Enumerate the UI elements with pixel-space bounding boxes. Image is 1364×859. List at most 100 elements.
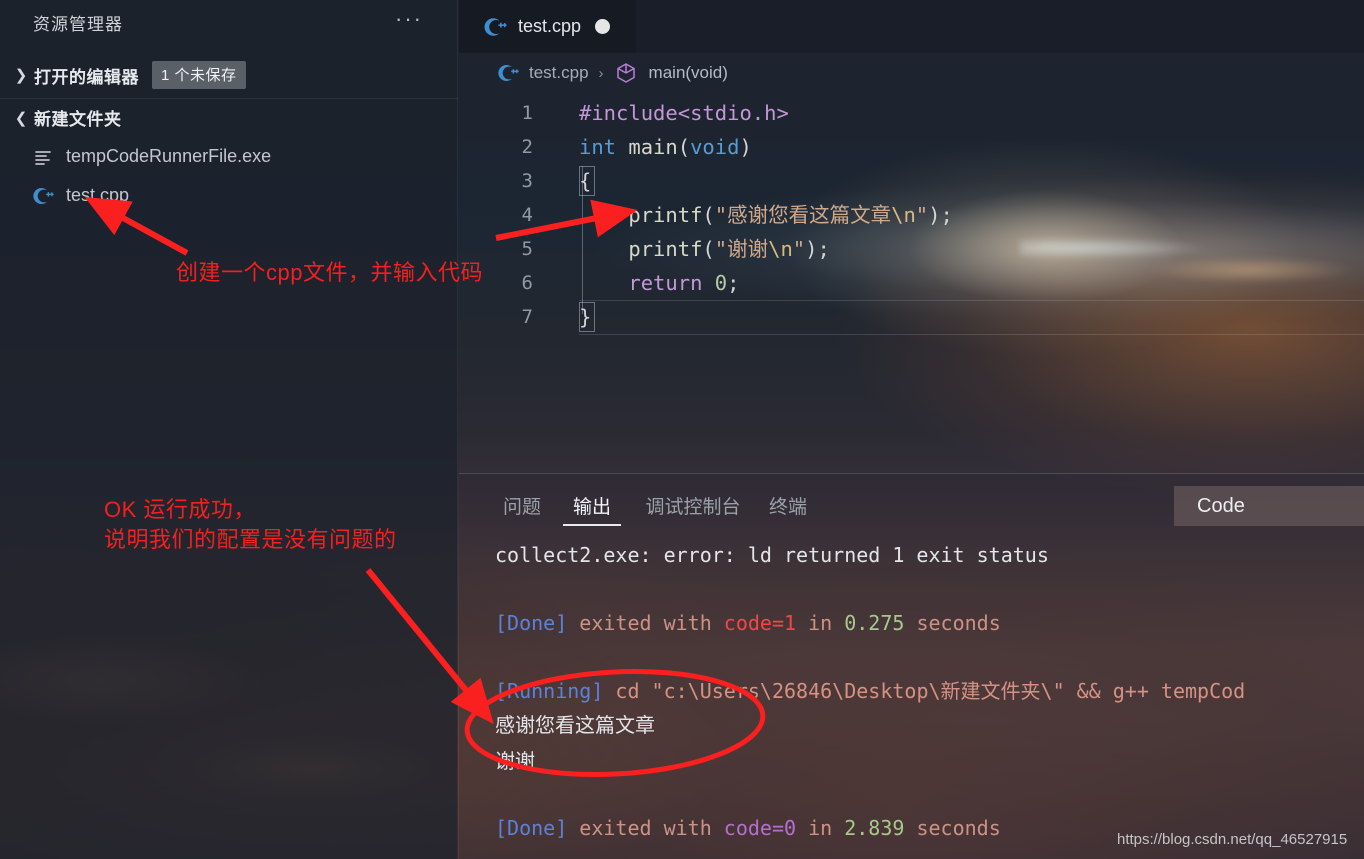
line-number: 2 [521,136,533,158]
output-segment: exited with [567,816,724,840]
output-segment: 谢谢 [495,749,535,773]
dirty-dot-icon[interactable] [595,19,610,34]
symbol-method-icon [614,61,638,85]
output-segment: cd "c:\Users\26846\Desktop\新建文件夹\" && g+… [603,679,1246,703]
text-file-icon [30,147,56,167]
code-line[interactable]: 3{ [459,164,1364,198]
code-token: return [579,271,703,295]
code-line[interactable]: 2 int main(void) [459,130,1364,164]
code-token: ) [739,135,752,159]
output-segment: in [796,611,845,635]
code-token: "感谢您看这篇文章 [714,203,892,227]
code-text: { [579,164,591,198]
breadcrumb-symbol[interactable]: main(void) [649,63,728,83]
code-text: return 0; [579,266,739,300]
list-item-file-tempcoderunnerfile[interactable]: tempCodeRunnerFile.exe [0,137,458,176]
cpp-file-icon [497,62,519,84]
code-token: "谢谢 [714,237,769,261]
output-channel-select[interactable]: Code [1174,486,1364,526]
list-item-label: tempCodeRunnerFile.exe [66,146,272,166]
code-token: ( [677,135,691,159]
panel-tab-label: 问题 [502,496,541,518]
output-line: 谢谢 [495,748,535,774]
vscode-window: 资源管理器 ··· ❯ 打开的编辑器 1 个未保存 ❮ 新建文件夹 tempCo… [0,0,1364,859]
line-number: 3 [521,170,533,192]
panel-tab-1[interactable]: 输出 [563,474,621,536]
page-title: 资源管理器 [33,15,123,34]
sidebar-section-label-folder: 新建文件夹 [34,110,122,129]
panel-tab-2[interactable]: 调试控制台 [639,474,747,536]
code-token: <stdio.h> [677,101,789,125]
code-text: #include<stdio.h> [579,96,789,130]
output-segment: seconds [904,816,1001,840]
output-segment: [Running] [495,679,604,703]
code-line[interactable]: 1 #include<stdio.h> [459,96,1364,130]
list-item-file-test-cpp[interactable]: test.cpp [0,176,458,215]
breadcrumb-file[interactable]: test.cpp [529,63,589,83]
output-channel-value: Code [1197,494,1245,517]
output-segment: 0.275 [844,611,905,635]
tab-label: test.cpp [518,16,582,36]
code-token: { [579,169,592,193]
bottom-panel: 问题 输出 调试控制台 终端 Code collect2.exe: error: ld… [459,473,1364,859]
output-segment: 2.839 [844,816,905,840]
panel-tab-label: 调试控制台 [645,496,741,518]
code-token: ); [928,203,953,227]
code-token: 0 [714,271,728,295]
panel-tab-3[interactable]: 终端 [759,474,817,536]
code-text: printf("感谢您看这篇文章\n"); [579,198,953,232]
output-segment: code=1 [723,611,797,635]
output-segment: [Done] [495,816,568,840]
chevron-down-icon: ❮ [14,109,28,127]
output-segment: 感谢您看这篇文章 [495,713,655,737]
code-token: " [915,203,929,227]
code-line[interactable]: 7} [459,300,1364,334]
code-text: } [579,300,591,334]
code-line[interactable]: 6 return 0; [459,266,1364,300]
chevron-right-icon: › [598,64,604,82]
tab-test-cpp[interactable]: test.cpp [459,0,636,53]
breadcrumb: test.cpp › main(void) [459,53,1364,93]
annotation-success-note-line1: OK 运行成功， [104,497,256,522]
output-line: 感谢您看这篇文章 [495,712,655,738]
line-number: 6 [521,272,533,294]
line-number: 5 [521,238,533,260]
cpp-file-icon [30,185,56,207]
annotation-success-note-line2: 说明我们的配置是没有问题的 [104,527,397,552]
code-line[interactable]: 5 printf("谢谢\n"); [459,232,1364,266]
code-token: #include [579,101,678,125]
code-token: ); [805,237,830,261]
line-number: 4 [521,204,533,226]
output-console[interactable]: collect2.exe: error: ld returned 1 exit … [459,536,1364,859]
code-token: void [690,135,740,159]
editor-area: test.cpp test.cpp › main(void) 1 #includ… [459,0,1364,473]
line-number: 7 [521,306,533,328]
active-tab-underline [563,524,621,526]
code-text: printf("谢谢\n"); [579,232,830,266]
code-token: " [792,237,806,261]
explorer-sidebar: 资源管理器 ··· ❯ 打开的编辑器 1 个未保存 ❮ 新建文件夹 tempCo… [0,0,458,859]
output-segment: code=0 [723,816,797,840]
output-segment: collect2.exe: error: ld returned 1 exit … [495,543,1049,567]
code-text: int main(void) [579,130,752,164]
output-segment: [Done] [495,611,568,635]
code-token: int [579,135,629,159]
editor-tab-bar: test.cpp [459,0,1364,53]
sidebar-section-label-open-editors: 打开的编辑器 [34,67,139,87]
output-line: [Running] cd "c:\Users\26846\Desktop\新建文… [495,678,1245,704]
sidebar-section-open-editors[interactable]: ❯ 打开的编辑器 1 个未保存 [0,56,458,94]
code-token: printf [579,237,703,261]
panel-tab-0[interactable]: 问题 [493,474,551,536]
code-token: main [628,135,678,159]
code-editor[interactable]: 1 #include<stdio.h> 2 int main(void) 3{4 pri… [459,96,1364,473]
code-token: ( [702,237,715,261]
code-line[interactable]: 4 printf("感谢您看这篇文章\n"); [459,198,1364,232]
panel-tab-label: 输出 [572,496,611,518]
code-token: \n [891,203,916,227]
output-segment: exited with [567,611,724,635]
line-number: 1 [521,102,533,124]
watermark: https://blog.csdn.net/qq_46527915 [1117,831,1348,848]
sidebar-section-folder[interactable]: ❮ 新建文件夹 [0,98,458,136]
ellipsis-icon[interactable]: ··· [395,8,423,30]
